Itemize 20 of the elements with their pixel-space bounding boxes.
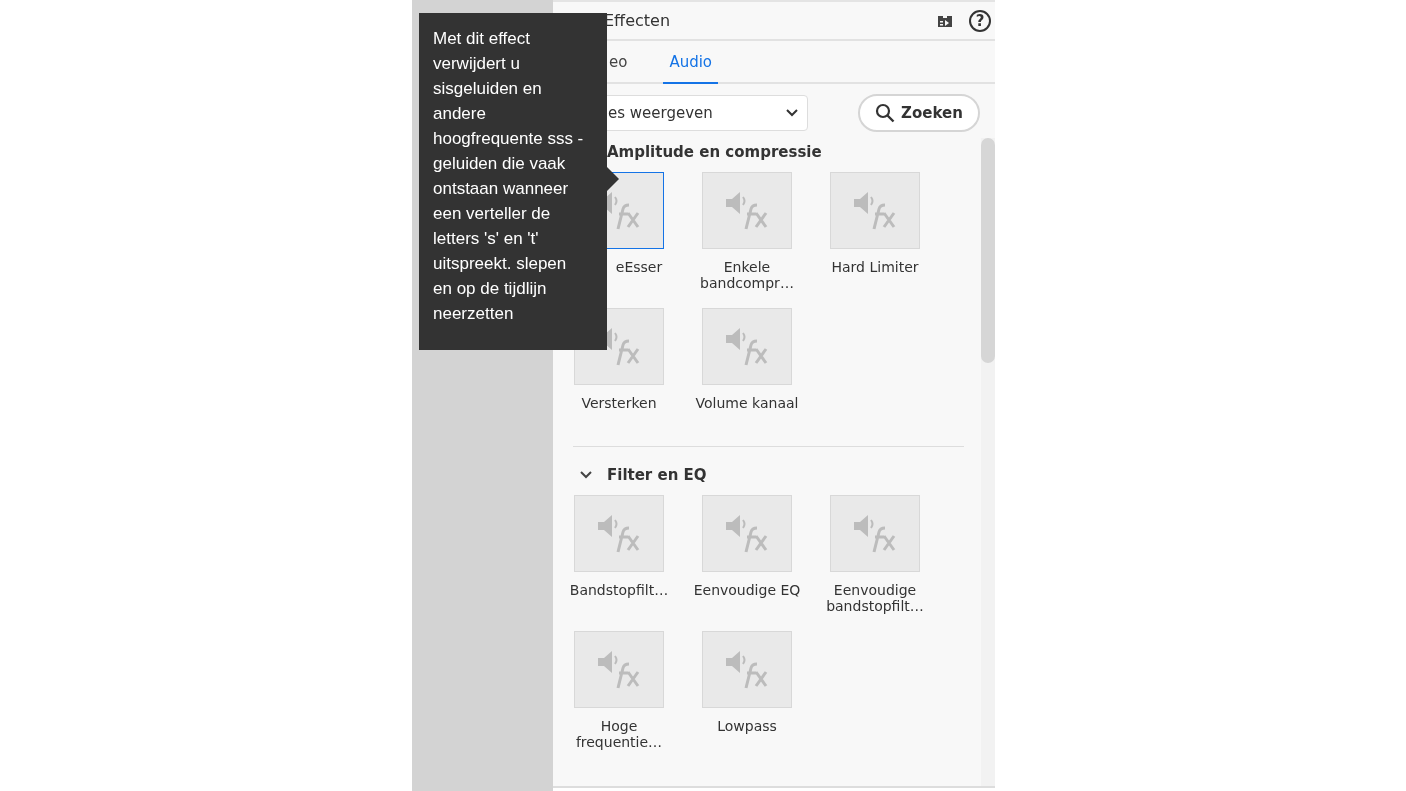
effect-label: Hoge frequentie… <box>574 718 664 750</box>
effect-label: Hard Limiter <box>830 259 920 275</box>
effect-label: Enkele bandcompr… <box>699 259 795 291</box>
effect-label: Versterken <box>580 395 658 411</box>
tab[interactable]: eo <box>603 41 634 84</box>
chevron-down-icon[interactable] <box>579 470 593 480</box>
effect-label: Eenvoudige bandstopfilt… <box>825 582 925 614</box>
scrollbar-thumb[interactable] <box>981 138 995 363</box>
panel-title: Effecten <box>604 11 671 30</box>
chevron-down-icon <box>785 108 799 118</box>
tooltip-text: Met dit effect verwijdert u sisgeluiden en andere hoogfrequente sss -geluiden die vaak ontstaan wanneer een verteller de letters 's' en 't' uitspreekt. slepen en op de tijdlijn neerzetten <box>433 28 585 325</box>
section-title[interactable]: Filter en EQ <box>607 466 707 484</box>
search-button[interactable]: Zoeken <box>858 94 980 132</box>
effect-label: Lowpass <box>716 718 778 734</box>
effect-label: Eenvoudige EQ <box>692 582 802 598</box>
effect-label: Volume kanaal <box>694 395 800 411</box>
effect-label: Bandstopfilt… <box>568 582 670 598</box>
help-icon[interactable]: ? <box>969 9 991 32</box>
search-icon <box>875 103 896 123</box>
tab[interactable]: Audio <box>663 41 719 84</box>
